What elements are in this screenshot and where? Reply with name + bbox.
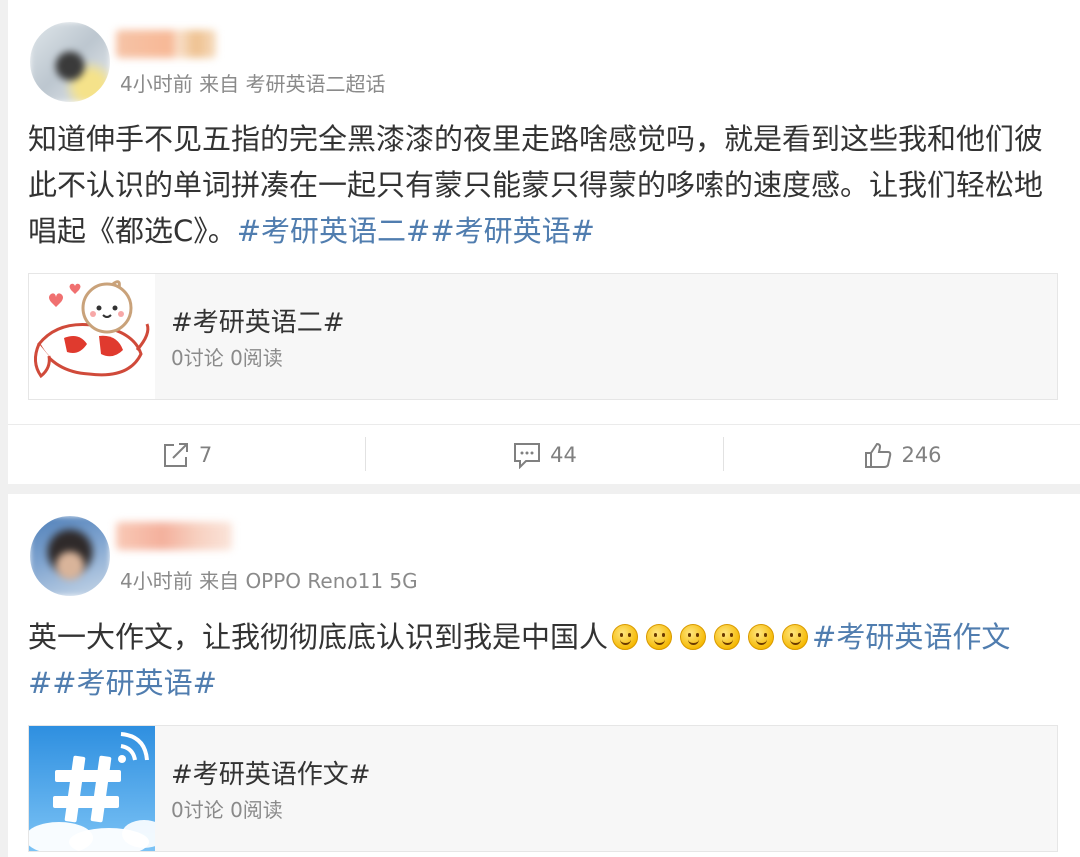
koi-fish-cartoon-icon bbox=[29, 274, 155, 399]
repost-button[interactable]: 7 bbox=[8, 425, 365, 485]
avatar[interactable] bbox=[30, 22, 110, 102]
smile-emoji-icon bbox=[646, 624, 673, 650]
topic-tag-link[interactable]: #考研英语作文 bbox=[812, 620, 1010, 654]
topic-title[interactable]: #考研英语作文# bbox=[171, 754, 371, 791]
topic-card[interactable]: #考研英语作文# 0讨论 0阅读 bbox=[28, 725, 1058, 852]
post-meta: 4小时前 来自 考研英语二超话 bbox=[120, 72, 386, 96]
hashtag-topic-icon bbox=[29, 726, 155, 851]
post-content: 知道伸手不见五指的完全黑漆漆的夜里走路啥感觉吗，就是看到这些我和他们彼此不认识的… bbox=[28, 116, 1058, 254]
like-button[interactable]: 246 bbox=[724, 425, 1080, 485]
topic-tags[interactable]: #考研英语二##考研英语# bbox=[237, 214, 595, 248]
topic-tag-link[interactable]: ##考研英语# bbox=[28, 666, 217, 700]
smile-emoji-icon bbox=[612, 624, 639, 650]
post-card: 4小时前 来自 OPPO Reno11 5G 英一大作文，让我彻彻底底认识到我是… bbox=[8, 494, 1080, 857]
smile-emoji-icon bbox=[714, 624, 741, 650]
topic-title[interactable]: #考研英语二# bbox=[171, 302, 345, 339]
like-count: 246 bbox=[901, 443, 942, 467]
post-content: 英一大作文，让我彻彻底底认识到我是中国人 #考研英语作文 ##考研英语# bbox=[28, 614, 1058, 706]
thumbs-up-icon bbox=[863, 441, 893, 469]
smile-emoji-icon bbox=[748, 624, 775, 650]
username-blurred[interactable] bbox=[116, 30, 216, 58]
post-text: 英一大作文，让我彻彻底底认识到我是中国人 bbox=[28, 620, 609, 654]
topic-stats: 0讨论 0阅读 bbox=[171, 346, 283, 370]
smile-emoji-icon bbox=[782, 624, 809, 650]
action-bar: 7 44 246 bbox=[8, 424, 1080, 484]
topic-stats: 0讨论 0阅读 bbox=[171, 798, 283, 822]
smile-emoji-icon bbox=[680, 624, 707, 650]
comment-count: 44 bbox=[550, 443, 577, 467]
share-icon bbox=[161, 441, 191, 469]
comment-icon bbox=[512, 441, 542, 469]
post-meta: 4小时前 来自 OPPO Reno11 5G bbox=[120, 569, 418, 593]
topic-card[interactable]: #考研英语二# 0讨论 0阅读 bbox=[28, 273, 1058, 400]
repost-count: 7 bbox=[198, 443, 213, 467]
post-card: 4小时前 来自 考研英语二超话 知道伸手不见五指的完全黑漆漆的夜里走路啥感觉吗，… bbox=[8, 0, 1080, 484]
avatar[interactable] bbox=[30, 516, 110, 596]
username-blurred[interactable] bbox=[116, 522, 232, 550]
comment-button[interactable]: 44 bbox=[366, 425, 723, 485]
